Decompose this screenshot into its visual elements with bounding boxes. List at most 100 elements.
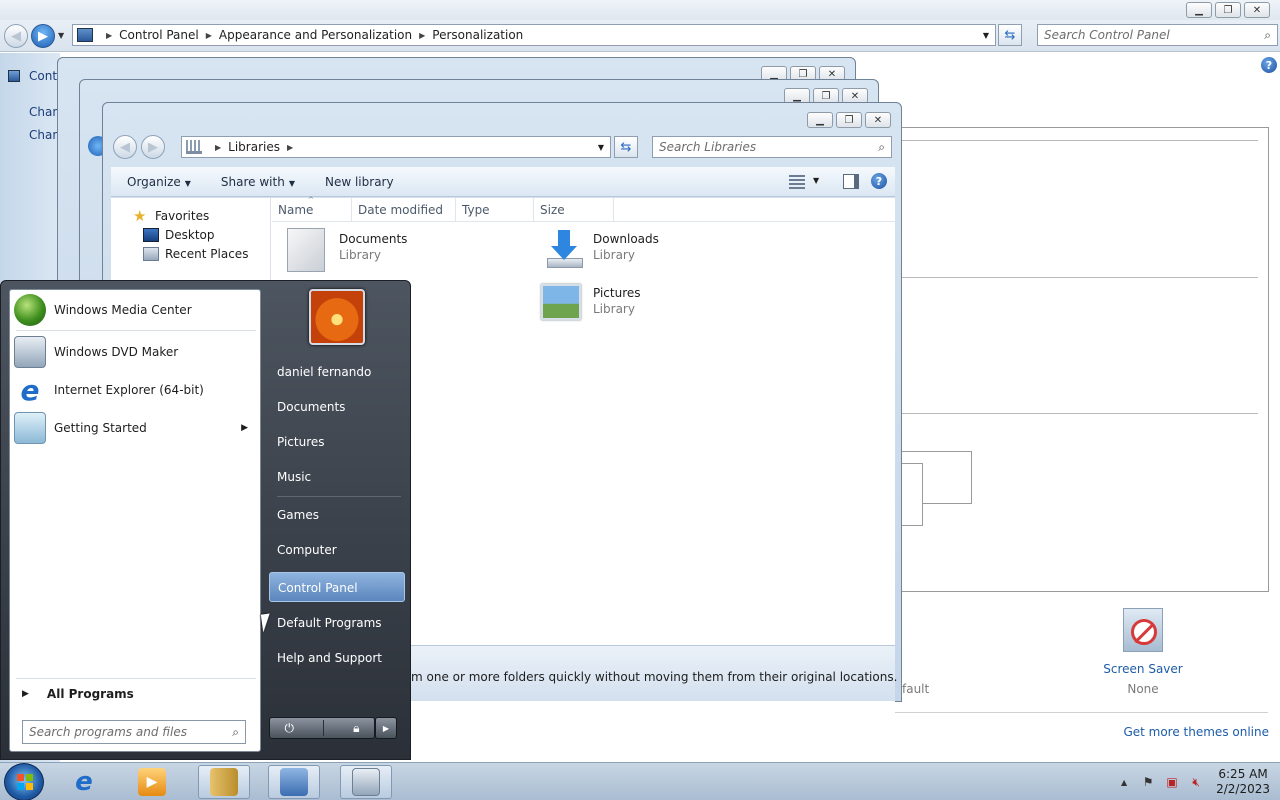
all-programs-button[interactable]: ▶ All Programs bbox=[14, 687, 258, 701]
screen-saver-icon bbox=[1123, 608, 1163, 652]
libraries-nav: ◀ ▶ ▶ Libraries ▶ ▼ ⇆ Search Libraries ⌕ bbox=[111, 133, 893, 163]
get-more-themes-link[interactable]: Get more themes online bbox=[1123, 725, 1269, 739]
favorites-node[interactable]: ★ Favorites bbox=[133, 209, 209, 224]
start-item-control-panel[interactable]: Control Panel bbox=[269, 572, 405, 602]
network-icon[interactable]: ▣ bbox=[1163, 774, 1181, 790]
libraries-search-input[interactable]: Search Libraries ⌕ bbox=[652, 136, 892, 158]
start-search-input[interactable]: Search programs and files ⌕ bbox=[22, 720, 246, 744]
help-icon[interactable]: ? bbox=[1261, 57, 1277, 73]
recent-pages-icon[interactable]: ▼ bbox=[58, 31, 64, 40]
start-item-documents[interactable]: Documents bbox=[269, 392, 405, 422]
control-panel-home-icon bbox=[8, 70, 20, 82]
clock[interactable]: 6:25 AM 2/2/2023 bbox=[1216, 767, 1270, 797]
library-name: Pictures bbox=[593, 286, 641, 300]
breadcrumb-control-panel[interactable]: Control Panel bbox=[119, 28, 199, 42]
taskbar-windows-explorer[interactable] bbox=[198, 765, 250, 799]
power-icon[interactable]: ⏻ bbox=[285, 721, 295, 736]
new-library-button[interactable]: New library bbox=[311, 175, 410, 189]
screen-saver-value: None bbox=[1127, 682, 1159, 696]
program-windows-media-center[interactable]: Windows Media Center bbox=[12, 292, 258, 328]
screen-saver-option[interactable]: Screen Saver None bbox=[1100, 608, 1186, 696]
view-dropdown-icon[interactable]: ▼ bbox=[813, 176, 819, 185]
minimize-button[interactable]: ▁ bbox=[1186, 2, 1212, 18]
program-label: Getting Started bbox=[54, 421, 147, 435]
view-options-icon[interactable] bbox=[789, 175, 805, 189]
sidebar-change-desktop-icons[interactable]: Change desktop icons bbox=[29, 105, 59, 119]
program-windows-dvd-maker[interactable]: Windows DVD Maker bbox=[12, 334, 258, 370]
program-getting-started[interactable]: Getting Started ▶ bbox=[12, 410, 258, 446]
action-center-icon[interactable]: ⚑ bbox=[1139, 774, 1157, 790]
taskbar: e ▶ ▲ ⚑ ▣ 🔇︎ 6:25 AM 2/2/2023 bbox=[0, 762, 1280, 800]
address-bar[interactable]: ▶ Control Panel ▶ Appearance and Personali… bbox=[72, 24, 996, 46]
nav-item-desktop[interactable]: Desktop bbox=[143, 228, 215, 242]
organize-button[interactable]: Organize ▼ bbox=[111, 175, 207, 189]
start-item-music[interactable]: Music bbox=[269, 462, 405, 492]
menu-separator bbox=[16, 330, 256, 331]
media-player-icon: ▶ bbox=[138, 768, 166, 796]
taskbar-control-panel[interactable] bbox=[268, 765, 320, 799]
share-with-button[interactable]: Share with ▼ bbox=[207, 175, 311, 189]
address-dropdown-icon[interactable]: ▼ bbox=[598, 143, 604, 152]
column-type[interactable]: Type bbox=[456, 198, 534, 222]
column-size[interactable]: Size bbox=[534, 198, 614, 222]
refresh-button[interactable]: ⇆ bbox=[614, 136, 638, 158]
minimize-button[interactable]: ▁ bbox=[807, 112, 833, 128]
breadcrumb-personalization[interactable]: Personalization bbox=[432, 28, 523, 42]
dvd-maker-icon bbox=[352, 768, 380, 796]
start-item-default-programs[interactable]: Default Programs bbox=[269, 608, 405, 638]
sidebar-change-mouse-pointers[interactable]: Change mouse pointers bbox=[29, 128, 59, 142]
back-button[interactable]: ◀ bbox=[113, 135, 137, 159]
refresh-button[interactable]: ⇆ bbox=[998, 24, 1022, 46]
taskbar-dvd-maker[interactable] bbox=[340, 765, 392, 799]
windows-logo-icon bbox=[17, 774, 33, 790]
start-item-games[interactable]: Games bbox=[269, 500, 405, 530]
close-button[interactable]: ✕ bbox=[1244, 2, 1270, 18]
search-icon[interactable]: ⌕ bbox=[232, 725, 239, 740]
start-item-computer[interactable]: Computer bbox=[269, 535, 405, 565]
address-dropdown-icon[interactable]: ▼ bbox=[983, 31, 989, 40]
search-icon[interactable]: ⌕ bbox=[1264, 28, 1271, 43]
nav-item-recent-places[interactable]: Recent Places bbox=[143, 247, 248, 261]
shutdown-options-button[interactable]: ▶ bbox=[375, 717, 397, 739]
sound-default-fragment: fault bbox=[902, 682, 930, 696]
library-item-pictures[interactable]: Pictures Library bbox=[541, 282, 761, 330]
libraries-address-bar[interactable]: ▶ Libraries ▶ ▼ bbox=[181, 136, 611, 158]
start-button[interactable] bbox=[4, 763, 44, 800]
program-internet-explorer[interactable]: e Internet Explorer (64-bit) bbox=[12, 372, 258, 408]
control-panel-icon bbox=[77, 28, 93, 42]
sidebar-control-panel-home[interactable]: Control Panel Home bbox=[29, 69, 59, 83]
taskbar-media-player[interactable]: ▶ bbox=[126, 765, 178, 799]
preview-pane-icon[interactable] bbox=[843, 174, 859, 189]
internet-explorer-icon: e bbox=[20, 373, 40, 407]
help-icon[interactable]: ? bbox=[871, 173, 887, 189]
forward-button[interactable]: ▶ bbox=[31, 24, 55, 48]
start-item-pictures[interactable]: Pictures bbox=[269, 427, 405, 457]
sort-indicator-icon: ^ bbox=[308, 196, 314, 204]
library-type: Library bbox=[593, 248, 635, 262]
user-avatar[interactable] bbox=[309, 289, 365, 345]
show-hidden-icons-icon[interactable]: ▲ bbox=[1115, 774, 1133, 790]
breadcrumb-libraries[interactable]: Libraries bbox=[228, 140, 280, 154]
start-item-help-and-support[interactable]: Help and Support bbox=[269, 643, 405, 673]
control-panel-search-input[interactable]: Search Control Panel ⌕ bbox=[1037, 24, 1278, 46]
search-icon[interactable]: ⌕ bbox=[878, 140, 885, 155]
column-date-modified[interactable]: Date modified bbox=[352, 198, 456, 222]
restore-button[interactable]: ❐ bbox=[1215, 2, 1241, 18]
system-tray: ▲ ⚑ ▣ 🔇︎ 6:25 AM 2/2/2023 bbox=[1112, 763, 1280, 800]
submenu-arrow-icon[interactable]: ▶ bbox=[241, 423, 248, 433]
panel-divider bbox=[900, 277, 1258, 278]
library-item-downloads[interactable]: Downloads Library bbox=[541, 228, 761, 276]
breadcrumb-appearance[interactable]: Appearance and Personalization bbox=[219, 28, 412, 42]
volume-muted-icon[interactable]: 🔇︎ bbox=[1187, 774, 1205, 790]
library-item-documents[interactable]: Documents Library bbox=[287, 228, 507, 276]
lock-icon[interactable]: 🔒︎ bbox=[353, 721, 359, 736]
control-panel-icon bbox=[280, 768, 308, 796]
libraries-command-bar: Organize ▼ Share with ▼ New library ▼ ? bbox=[111, 167, 895, 197]
restore-button[interactable]: ❐ bbox=[836, 112, 862, 128]
screen-saver-label[interactable]: Screen Saver bbox=[1100, 662, 1186, 676]
close-button[interactable]: ✕ bbox=[865, 112, 891, 128]
start-item-user-folder[interactable]: daniel fernando bbox=[269, 357, 405, 387]
back-button[interactable]: ◀ bbox=[4, 24, 28, 48]
taskbar-internet-explorer[interactable]: e bbox=[58, 765, 110, 799]
forward-button[interactable]: ▶ bbox=[141, 135, 165, 159]
